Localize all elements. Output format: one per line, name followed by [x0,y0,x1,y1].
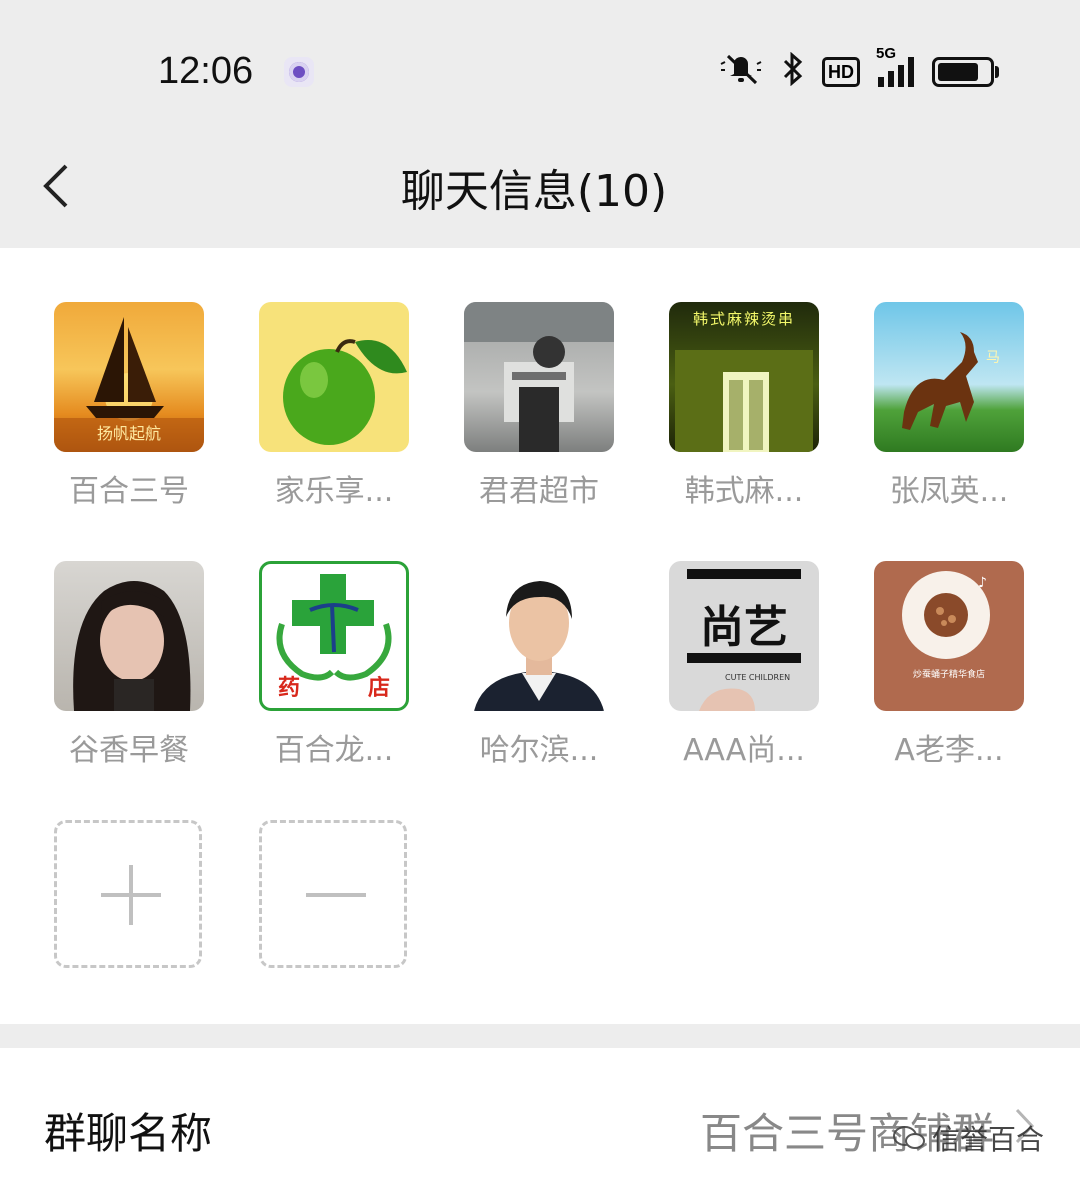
member-name: AAA尚... [683,733,805,768]
status-time: 12:06 [158,50,254,92]
member-item[interactable]: ♪ 炒蚕蛹子精华食店 A老李... [854,561,1044,769]
battery-icon [932,57,999,87]
avatar-store-photo [464,302,614,452]
member-name: 谷香早餐 [69,733,189,768]
avatar-horse: 马 [874,302,1024,452]
section-divider [0,1024,1080,1048]
avatar-apple [259,302,409,452]
avatar-man-portrait [464,561,614,711]
remove-member-button[interactable] [259,820,407,968]
member-item[interactable]: 哈尔滨... [444,561,634,769]
signal-5g-icon: 5G [876,45,914,87]
member-item[interactable]: 家乐享... [239,302,429,510]
watermark-text: 信誉百合 [931,1123,1044,1156]
member-name: 家乐享... [274,474,394,509]
avatar-qr-card: ♪ 炒蚕蛹子精华食店 [874,561,1024,711]
avatar-sailboat: 扬帆起航 [54,302,204,452]
hd-icon: HD [822,57,860,87]
member-item[interactable]: 谷香早餐 [34,561,224,769]
member-name: 君君超市 [479,474,599,509]
member-item[interactable]: 药 店 百合龙... [239,561,429,769]
wechat-icon [892,1126,925,1149]
avatar-woman-photo [54,561,204,711]
watermark: 信誉百合 [892,1118,1044,1158]
member-item[interactable]: 君君超市 [444,302,634,510]
group-name-label: 群聊名称 [44,1109,213,1158]
member-name: 韩式麻... [684,474,804,509]
member-name: 百合三号 [69,474,189,509]
status-icons: HD 5G [718,45,999,93]
member-name: 张凤英... [889,474,1009,509]
svg-text:♪: ♪ [978,575,987,591]
page-title: 聊天信息(10) [400,166,668,217]
qr-caption: 炒蚕蛹子精华食店 [912,670,985,680]
member-item[interactable]: 韩式麻辣烫串 韩式麻... [649,302,839,510]
avatar-pharmacy: 药 店 [259,561,409,711]
add-member-button[interactable] [54,820,202,968]
member-name: A老李... [894,733,1004,768]
sailboat-caption: 扬帆起航 [96,424,161,443]
avatar-shangyi: 尚艺 CUTE CHILDREN [669,561,819,711]
member-name: 哈尔滨... [479,733,599,768]
svg-text:马: 马 [986,350,1000,366]
member-item[interactable]: 扬帆起航 百合三号 [34,302,224,510]
member-item[interactable]: 尚艺 CUTE CHILDREN AAA尚... [649,561,839,769]
pharmacy-char-right: 店 [367,676,390,701]
app-notification-icon [284,57,314,87]
shangyi-logo-text: 尚艺 [700,602,788,653]
member-name: 百合龙... [274,733,394,768]
pharmacy-char-left: 药 [278,676,301,701]
avatar-korean-shop: 韩式麻辣烫串 [669,302,819,452]
korean-sign: 韩式麻辣烫串 [692,310,795,328]
mute-icon [718,52,764,93]
bluetooth-icon [782,51,804,93]
member-item[interactable]: 马 张凤英... [854,302,1044,510]
